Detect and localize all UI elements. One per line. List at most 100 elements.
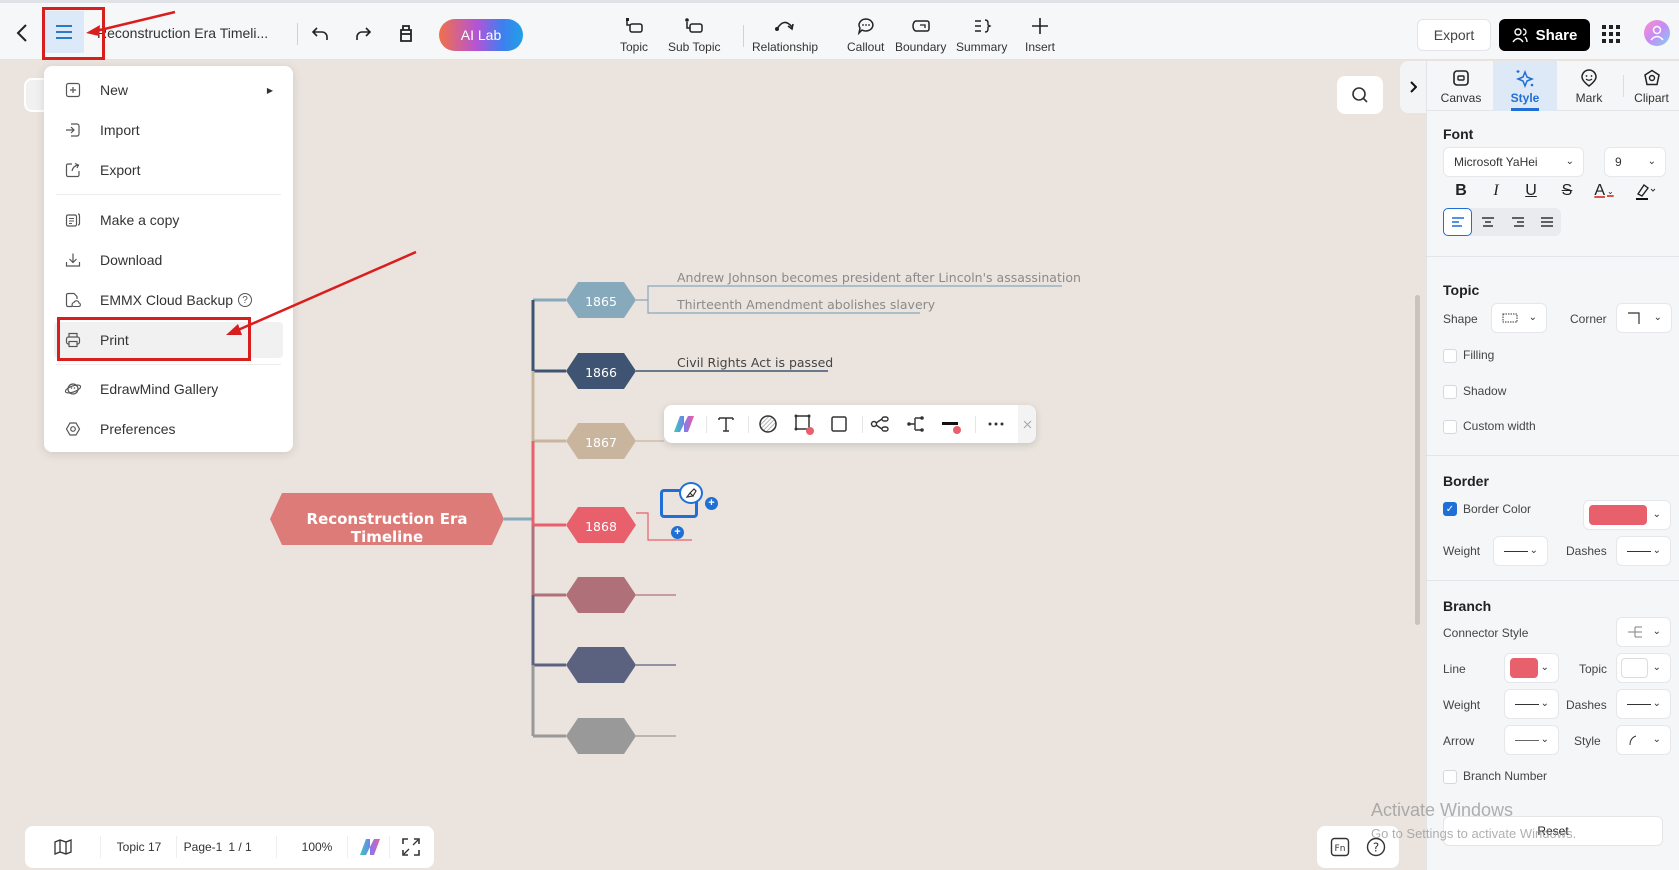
shape-select[interactable]: ⌄ bbox=[1491, 303, 1547, 333]
align-justify-button[interactable] bbox=[1532, 208, 1561, 236]
subtopic-1866-1[interactable]: Civil Rights Act is passed bbox=[677, 355, 833, 370]
tab-label: Clipart bbox=[1634, 90, 1669, 105]
chevron-down-icon: ⌄ bbox=[1653, 312, 1662, 323]
menu-item-print[interactable]: Print bbox=[54, 322, 283, 358]
branch-number-checkbox[interactable] bbox=[1443, 770, 1457, 784]
cloud-backup-icon bbox=[65, 292, 81, 308]
format-painter-badge[interactable] bbox=[679, 482, 703, 504]
zoom-level[interactable]: 100% bbox=[287, 826, 347, 868]
map-icon bbox=[54, 839, 72, 855]
tab-clipart[interactable]: Clipart bbox=[1623, 61, 1679, 111]
collapse-panel-button[interactable] bbox=[1400, 61, 1426, 113]
align-right-button[interactable] bbox=[1503, 208, 1532, 236]
font-section-title: Font bbox=[1443, 126, 1474, 142]
line-color-select[interactable]: ⌄ bbox=[1504, 653, 1559, 683]
font-family-select[interactable]: Microsoft YaHei ⌄ bbox=[1443, 147, 1584, 177]
border-button[interactable] bbox=[792, 412, 816, 436]
shadow-checkbox[interactable] bbox=[1443, 385, 1457, 399]
chevron-down-icon: ⌄ bbox=[1606, 186, 1614, 196]
font-size-select[interactable]: 9 ⌄ bbox=[1604, 147, 1666, 177]
export-button[interactable]: Export bbox=[1417, 19, 1491, 51]
avatar[interactable] bbox=[1644, 20, 1670, 46]
layout-button[interactable] bbox=[868, 412, 892, 436]
menu-item-import[interactable]: Import bbox=[54, 112, 283, 148]
more-button[interactable] bbox=[984, 412, 1008, 436]
menu-item-export[interactable]: Export bbox=[54, 152, 283, 188]
branch-node[interactable] bbox=[566, 647, 636, 683]
menu-item-download[interactable]: Download bbox=[54, 242, 283, 278]
connector-style-select[interactable]: ⌄ bbox=[1616, 617, 1671, 647]
align-left-button[interactable] bbox=[1443, 208, 1472, 236]
border-dashes-select[interactable]: ⌄ bbox=[1616, 536, 1671, 566]
subtopic-1865-2[interactable]: Thirteenth Amendment abolishes slavery bbox=[677, 297, 935, 312]
branch-label-1865[interactable]: 1865 bbox=[566, 294, 636, 309]
add-child-button[interactable]: + bbox=[671, 526, 684, 539]
share-button[interactable]: Share bbox=[1499, 19, 1590, 51]
border-color-checkbox[interactable]: ✓ bbox=[1443, 502, 1457, 516]
arrow-select[interactable]: ⌄ bbox=[1504, 725, 1559, 755]
branch-weight-select[interactable]: ⌄ bbox=[1504, 689, 1559, 719]
fill-button[interactable] bbox=[756, 412, 780, 436]
tab-style[interactable]: Style bbox=[1493, 61, 1557, 111]
branch-label-1868[interactable]: 1868 bbox=[566, 519, 636, 534]
chevron-down-icon: ⌄ bbox=[1652, 662, 1661, 673]
bold-button[interactable]: B bbox=[1449, 179, 1473, 203]
corner-select[interactable]: ⌄ bbox=[1616, 303, 1672, 333]
chevron-down-icon: ⌄ bbox=[1540, 734, 1549, 745]
align-center-button[interactable] bbox=[1473, 208, 1502, 236]
gallery-icon bbox=[64, 383, 82, 395]
menu-item-preferences[interactable]: Preferences bbox=[54, 411, 283, 447]
share-label: Share bbox=[1535, 26, 1578, 44]
menu-item-gallery[interactable]: EdrawMind Gallery bbox=[54, 371, 283, 407]
branch-label-1866[interactable]: 1866 bbox=[566, 365, 636, 380]
menu-item-make-copy[interactable]: Make a copy bbox=[54, 202, 283, 238]
root-topic-label[interactable]: Reconstruction Era Timeline bbox=[270, 510, 504, 546]
line-color-button[interactable] bbox=[939, 412, 963, 436]
page-name[interactable]: Page-1 bbox=[183, 826, 223, 868]
panel-tabs: Canvas Style Mark Clipart bbox=[1427, 61, 1679, 111]
custom-width-checkbox[interactable] bbox=[1443, 420, 1457, 434]
minimap-button[interactable] bbox=[43, 826, 83, 868]
canvas-icon bbox=[1453, 69, 1469, 86]
menu-item-new[interactable]: New ▶ bbox=[54, 72, 283, 108]
canvas-search-button[interactable] bbox=[1337, 76, 1383, 114]
help-icon[interactable]: ? bbox=[238, 293, 253, 307]
strikethrough-button[interactable]: S bbox=[1555, 179, 1579, 203]
border-color-select[interactable]: ⌄ bbox=[1583, 500, 1671, 530]
shape-button[interactable] bbox=[827, 412, 851, 436]
menu-item-cloud-backup[interactable]: EMMX Cloud Backup ? bbox=[54, 282, 283, 318]
highlighter-icon bbox=[1636, 183, 1656, 200]
ai-button[interactable] bbox=[354, 826, 386, 868]
fullscreen-button[interactable] bbox=[394, 826, 428, 868]
add-sibling-button[interactable]: + bbox=[705, 497, 718, 510]
subtopic-1865-1[interactable]: Andrew Johnson becomes president after L… bbox=[677, 270, 1081, 285]
line-color-swatch bbox=[1510, 658, 1538, 678]
branch-label-1867[interactable]: 1867 bbox=[566, 435, 636, 450]
italic-button[interactable]: I bbox=[1484, 179, 1508, 203]
canvas-vertical-scrollbar[interactable] bbox=[1415, 295, 1420, 625]
branch-dashes-select[interactable]: ⌄ bbox=[1616, 689, 1671, 719]
apps-grid-button[interactable] bbox=[1602, 25, 1620, 43]
close-toolbar-button[interactable] bbox=[1018, 405, 1036, 443]
line-color-label: Line bbox=[1443, 662, 1466, 676]
filling-checkbox[interactable] bbox=[1443, 349, 1457, 363]
topic-color-select[interactable]: ⌄ bbox=[1616, 653, 1671, 683]
tab-mark[interactable]: Mark bbox=[1557, 61, 1621, 111]
branch-node[interactable] bbox=[566, 718, 636, 754]
tab-canvas[interactable]: Canvas bbox=[1429, 61, 1493, 111]
align-center-icon bbox=[1481, 217, 1494, 227]
ai-button[interactable] bbox=[672, 412, 696, 436]
text-style-button[interactable] bbox=[714, 412, 738, 436]
help-button[interactable]: ? bbox=[1361, 826, 1391, 868]
function-keys-button[interactable]: Fn bbox=[1325, 826, 1355, 868]
underline-button[interactable]: U bbox=[1519, 179, 1543, 203]
branch-style-select[interactable]: ⌄ bbox=[1616, 725, 1671, 755]
shape-icon bbox=[831, 416, 847, 432]
border-weight-select[interactable]: ⌄ bbox=[1493, 536, 1548, 566]
connector-button[interactable] bbox=[904, 412, 928, 436]
connector-style-label: Connector Style bbox=[1443, 626, 1529, 640]
branch-node[interactable] bbox=[566, 577, 636, 613]
font-color-button[interactable]: A ⌄ bbox=[1589, 179, 1619, 203]
reset-button[interactable]: Reset bbox=[1443, 816, 1663, 846]
highlight-button[interactable] bbox=[1630, 179, 1660, 203]
